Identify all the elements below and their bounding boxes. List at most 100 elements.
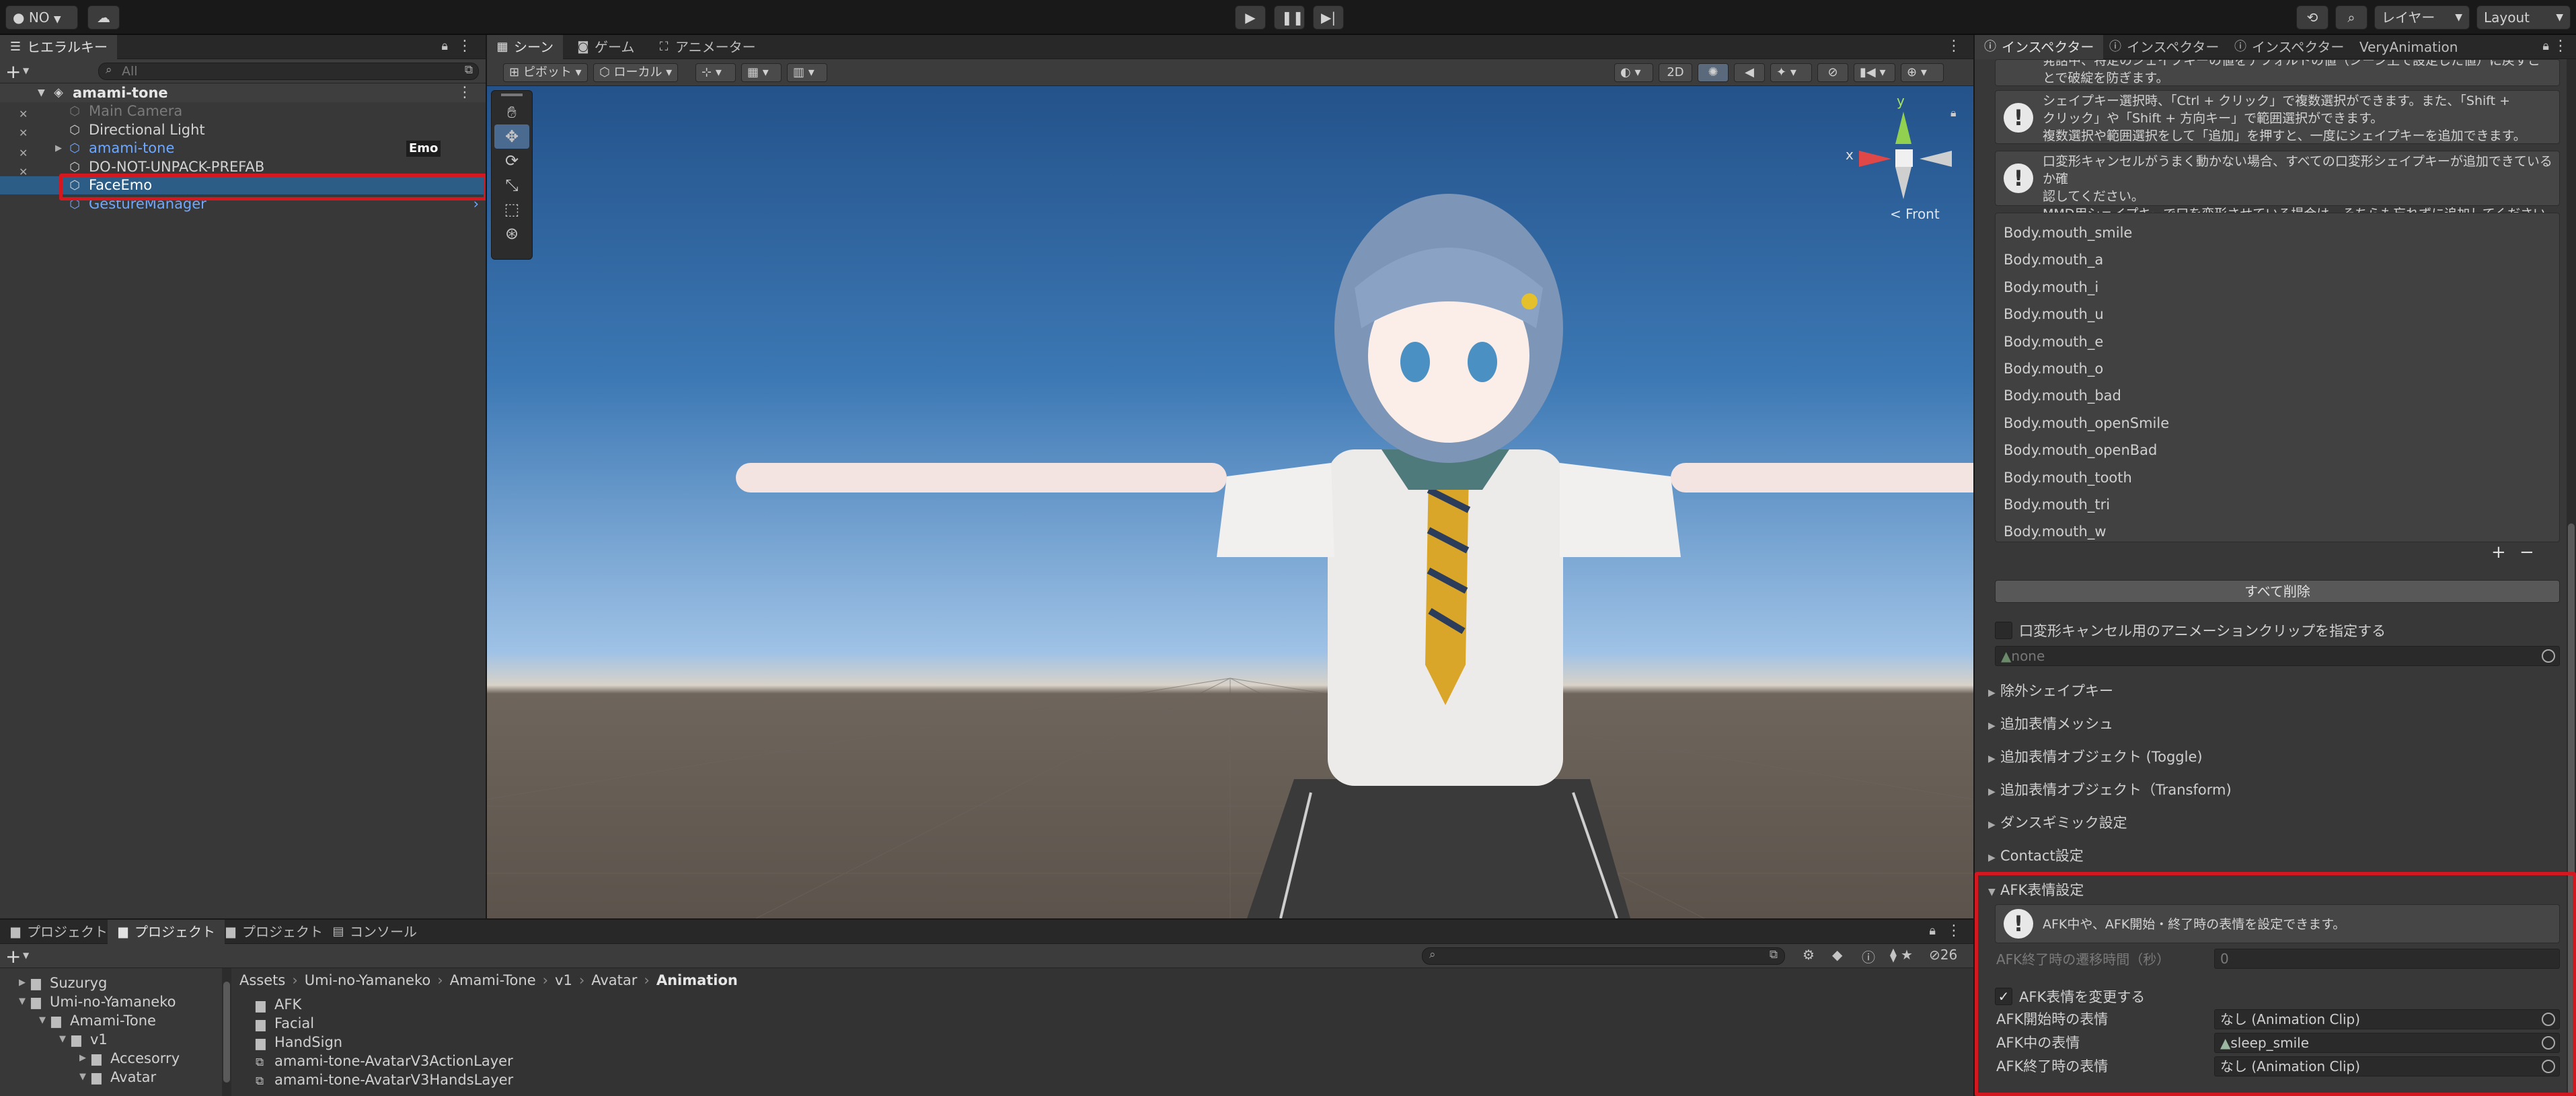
object-picker-icon[interactable] xyxy=(2542,649,2555,663)
rect-tool-icon[interactable]: ⬚ xyxy=(494,197,529,221)
layers-dropdown[interactable]: レイヤー ▼ xyxy=(2374,5,2470,30)
fold-section[interactable]: ▶ 追加表情オブジェクト（Transform) xyxy=(1988,778,2232,801)
search-button[interactable]: ⌕ xyxy=(2335,5,2367,30)
lock-icon[interactable]: 🔒︎ xyxy=(1950,106,1957,120)
project-file[interactable]: ⧉ amami-tone-AvatarV3ActionLayer xyxy=(256,1052,513,1070)
breadcrumb-item[interactable]: v1 xyxy=(555,972,572,988)
add-shapekey-button[interactable]: + xyxy=(2491,542,2506,562)
chevron-right-icon[interactable]: ▶ xyxy=(19,974,26,992)
project-file[interactable]: ▆ Facial xyxy=(256,1014,314,1033)
fold-section[interactable]: ▶ Contact設定 xyxy=(1988,844,2084,867)
tree-item[interactable]: ▼ ▆ Umi-no-Yamaneko xyxy=(0,992,231,1011)
shapekey-item[interactable]: Body.mouth_e xyxy=(2004,332,2103,352)
info-icon[interactable]: ⓘ xyxy=(1862,947,1875,966)
grid-toggle[interactable]: ▦ ▾ xyxy=(741,63,782,82)
lock-icon[interactable]: 🔒︎ xyxy=(441,39,448,53)
tree-item[interactable]: ▼ ▆ Avatar xyxy=(0,1068,231,1087)
snap-toggle[interactable]: ⊹ ▾ xyxy=(695,63,736,82)
remove-shapekey-button[interactable]: − xyxy=(2520,542,2534,562)
add-icon[interactable]: + xyxy=(5,945,21,967)
visibility-icon[interactable]: ✕ xyxy=(19,126,28,139)
lighting-toggle[interactable]: ✺ xyxy=(1698,63,1729,82)
effects-dropdown[interactable]: ✦ ▾ xyxy=(1770,63,1812,82)
scrollbar-thumb[interactable] xyxy=(223,982,230,1083)
step-button[interactable]: ▶| xyxy=(1313,5,1344,30)
audio-toggle[interactable]: ◀︎ xyxy=(1734,63,1765,82)
chevron-down-icon[interactable]: ▼ xyxy=(59,1030,66,1049)
hidden-objects-toggle[interactable]: ⊘ xyxy=(1817,63,1848,82)
chevron-down-icon[interactable]: ▼ xyxy=(19,992,26,1011)
tab-inspector-3[interactable]: ⓘ インスペクター xyxy=(2225,35,2353,59)
breadcrumb-item[interactable]: Umi-no-Yamaneko xyxy=(305,972,431,988)
project-search[interactable]: ⌕ ⧉ xyxy=(1422,947,1785,965)
tree-scrollbar[interactable] xyxy=(222,968,231,1096)
hierarchy-search[interactable]: ⌕ ⧉ xyxy=(98,63,479,80)
scale-tool-icon[interactable]: ⤡ xyxy=(494,173,529,197)
mouth-cancel-checkbox[interactable] xyxy=(1995,622,2012,639)
shapekey-item[interactable]: Body.mouth_w xyxy=(2004,521,2107,542)
scene-root-row[interactable]: ▼ ◈ amami-tone ⋮ xyxy=(0,83,486,102)
tag-icon[interactable]: ⧫ xyxy=(1890,947,1897,963)
project-file[interactable]: ▆ HandSign xyxy=(256,1033,342,1052)
tab-console[interactable]: ▤ コンソール xyxy=(323,920,426,944)
lock-icon[interactable]: 🔒︎ xyxy=(1929,924,1936,938)
shapekey-item[interactable]: Body.mouth_bad xyxy=(2004,386,2121,406)
gizmo-x-cone[interactable] xyxy=(1859,151,1891,167)
project-file[interactable]: ▆ AFK xyxy=(256,995,301,1014)
orientation-gizmo[interactable]: y x < Front 🔒︎ xyxy=(1846,93,1967,227)
visibility-icon[interactable]: ✕ xyxy=(19,147,28,159)
tree-item[interactable]: ▼ ▆ v1 xyxy=(0,1030,231,1049)
fold-section[interactable]: ▶ ダンスギミック設定 xyxy=(1988,811,2127,834)
chevron-down-icon[interactable]: ▼ xyxy=(23,951,29,960)
rotate-tool-icon[interactable]: ⟳ xyxy=(494,149,529,173)
fold-section[interactable]: ▶ 追加表情メッシュ xyxy=(1988,713,2113,735)
hand-tool-icon[interactable]: ✋︎ xyxy=(494,100,529,124)
gizmos-dropdown[interactable]: ⊕ ▾ xyxy=(1901,63,1944,82)
hidden-packages-icon[interactable]: ⊘26 xyxy=(1929,947,1957,963)
add-icon[interactable]: + xyxy=(5,61,21,83)
tree-item[interactable]: ▶ ▆ Accesorry xyxy=(0,1049,231,1068)
more-menu-icon[interactable]: ⋮ xyxy=(1946,38,1961,54)
history-button[interactable]: ⟲ xyxy=(2296,5,2328,30)
shapekey-item[interactable]: Body.mouth_a xyxy=(2004,250,2103,270)
tree-item[interactable]: ▶ ▆ Suzuryg xyxy=(0,974,231,992)
more-menu-icon[interactable]: ⋮ xyxy=(2553,38,2568,54)
hierarchy-item[interactable]: ⬡ Directional Light xyxy=(0,121,486,139)
more-menu-icon[interactable]: ⋮ xyxy=(457,38,472,54)
mouth-cancel-clip-field[interactable]: ▲none xyxy=(1995,646,2560,666)
account-dropdown[interactable]: ● NO ▼ xyxy=(5,5,78,30)
shapekey-item[interactable]: Body.mouth_openSmile xyxy=(2004,413,2169,433)
tree-item[interactable]: ▼ ▆ Amami-Tone xyxy=(0,1011,231,1030)
fold-section[interactable]: ▶ 追加表情オブジェクト (Toggle) xyxy=(1988,745,2203,768)
move-tool-icon[interactable]: ✥ xyxy=(494,124,529,149)
tab-inspector-2[interactable]: ⓘ インスペクター xyxy=(2100,35,2228,59)
visibility-icon[interactable]: ✕ xyxy=(19,108,28,120)
draw-mode-dropdown[interactable]: ◐ ▾ xyxy=(1614,63,1653,82)
project-file[interactable]: ⧉ amami-tone-AvatarV3HandsLayer xyxy=(256,1070,513,1089)
star-icon[interactable]: ★ xyxy=(1901,947,1913,963)
pause-button[interactable]: ❚❚ xyxy=(1274,5,1305,30)
gizmo-neg-x-cone[interactable] xyxy=(1920,151,1952,167)
hierarchy-item[interactable]: ⬡ Main Camera xyxy=(0,102,486,120)
shapekey-item[interactable]: Body.mouth_tri xyxy=(2004,495,2110,515)
shapekey-item[interactable]: Body.mouth_u xyxy=(2004,304,2104,324)
cloud-button[interactable]: ☁ xyxy=(87,5,120,30)
chevron-down-icon[interactable]: ▼ xyxy=(23,66,29,75)
tab-veryanimation[interactable]: VeryAnimation xyxy=(2350,35,2467,59)
tab-project-1[interactable]: ▆ プロジェクト xyxy=(0,920,117,944)
shapekey-item[interactable]: Body.mouth_tooth xyxy=(2004,468,2132,488)
transform-tool-icon[interactable]: ⊛ xyxy=(494,221,529,246)
shapekey-item[interactable]: Body.mouth_i xyxy=(2004,277,2098,297)
shapekey-item[interactable]: Body.mouth_o xyxy=(2004,359,2103,379)
hierarchy-search-input[interactable] xyxy=(122,64,438,79)
label-icon[interactable]: ◆ xyxy=(1832,947,1842,963)
filter-type-icon[interactable]: ⚙ xyxy=(1803,947,1815,963)
scene-viewport[interactable]: ✋︎ ✥ ⟳ ⤡ ⬚ ⊛ y x < Front 🔒︎ xyxy=(487,86,1973,918)
visibility-icon[interactable]: ✕ xyxy=(19,166,28,178)
gizmo-center-cube[interactable] xyxy=(1895,149,1913,167)
chevron-down-icon[interactable]: ▼ xyxy=(79,1068,86,1087)
shapekey-item[interactable]: Body.mouth_smile xyxy=(2004,223,2132,243)
tab-project-3[interactable]: ▆ プロジェクト xyxy=(215,920,332,944)
palette-grip[interactable] xyxy=(501,94,523,96)
delete-all-button[interactable]: すべて削除 xyxy=(1995,580,2560,603)
